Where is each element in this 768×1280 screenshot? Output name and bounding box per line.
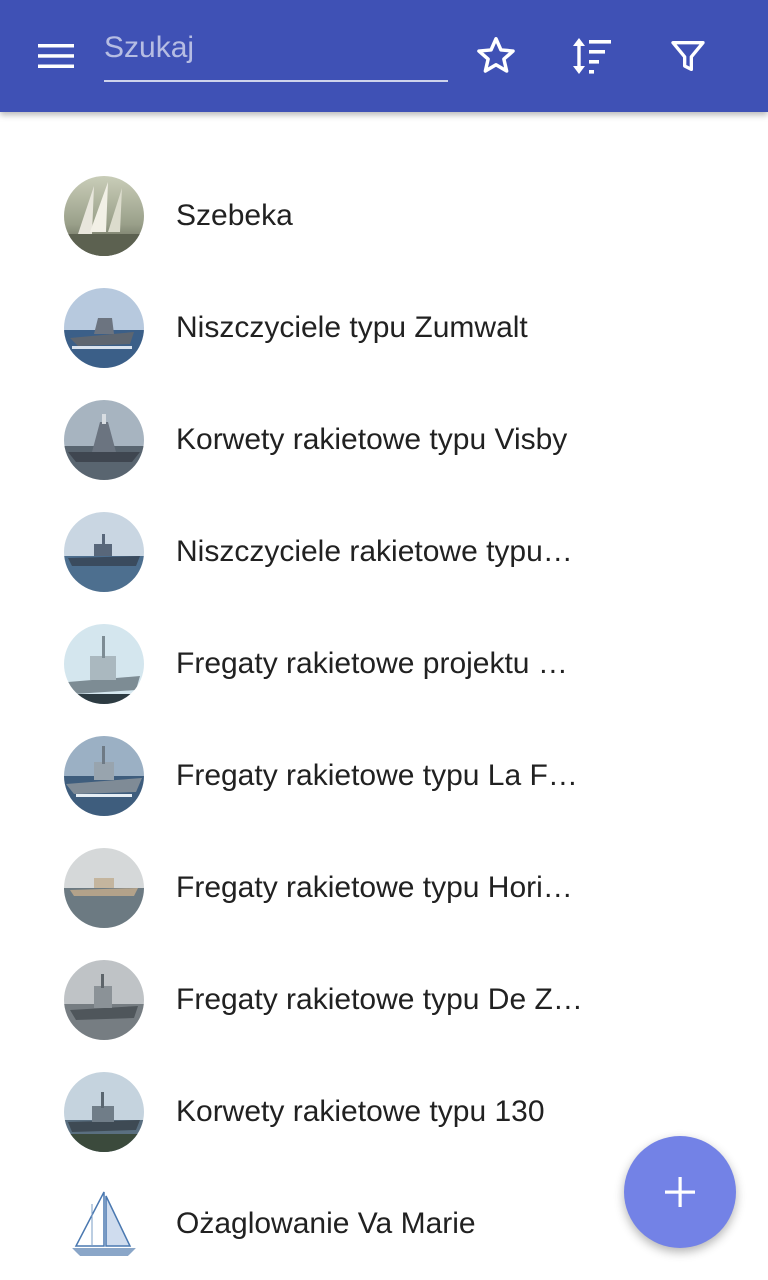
entries-list: Szebeka Niszczyciele typu Zumwalt Korwet…: [0, 160, 768, 1280]
list-item[interactable]: Fregaty rakietowe typu Hori…: [0, 832, 768, 944]
ship-photo-icon: [64, 736, 144, 816]
item-title: Fregaty rakietowe typu De Z…: [176, 983, 583, 1016]
add-button[interactable]: [624, 1136, 736, 1248]
ship-photo-icon: [64, 848, 144, 928]
avatar: [64, 1072, 144, 1152]
ship-photo-icon: [64, 400, 144, 480]
ship-photo-icon: [64, 624, 144, 704]
sort-button[interactable]: [556, 20, 628, 92]
favorites-button[interactable]: [460, 20, 532, 92]
ship-photo-icon: [64, 960, 144, 1040]
painting-thumbnail-icon: [64, 176, 144, 256]
item-title: Szebeka: [176, 199, 293, 232]
item-title: Fregaty rakietowe typu La F…: [176, 759, 578, 792]
sail-drawing-icon: [64, 1184, 144, 1264]
filter-button[interactable]: [652, 20, 724, 92]
star-outline-icon: [477, 37, 515, 73]
item-title: Korwety rakietowe typu 130: [176, 1095, 545, 1128]
list-item[interactable]: Korwety rakietowe typu Visby: [0, 384, 768, 496]
app-bar: [0, 0, 768, 112]
sort-icon: [573, 38, 611, 74]
avatar: [64, 624, 144, 704]
menu-icon: [38, 44, 74, 68]
avatar: [64, 400, 144, 480]
item-title: Fregaty rakietowe typu Hori…: [176, 871, 573, 904]
avatar: [64, 288, 144, 368]
list-item[interactable]: Fregaty rakietowe projektu …: [0, 608, 768, 720]
menu-button[interactable]: [20, 20, 92, 92]
item-title: Ożaglowanie Va Marie: [176, 1207, 476, 1240]
item-title: Niszczyciele typu Zumwalt: [176, 311, 528, 344]
ship-photo-icon: [64, 512, 144, 592]
list-item[interactable]: Niszczyciele rakietowe typu…: [0, 496, 768, 608]
avatar: [64, 736, 144, 816]
avatar: [64, 176, 144, 256]
ship-photo-icon: [64, 288, 144, 368]
item-title: Korwety rakietowe typu Visby: [176, 423, 568, 456]
filter-icon: [671, 41, 705, 72]
ship-photo-icon: [64, 1072, 144, 1152]
search-input[interactable]: [104, 24, 448, 80]
list-item[interactable]: Fregaty rakietowe typu De Z…: [0, 944, 768, 1056]
avatar: [64, 960, 144, 1040]
list-item[interactable]: Szebeka: [0, 160, 768, 272]
list-item[interactable]: Fregaty rakietowe typu La F…: [0, 720, 768, 832]
avatar: [64, 848, 144, 928]
item-title: Fregaty rakietowe projektu …: [176, 647, 568, 680]
search-field: [104, 24, 448, 82]
plus-icon: [665, 1177, 695, 1207]
avatar: [64, 1184, 144, 1264]
item-title: Niszczyciele rakietowe typu…: [176, 535, 573, 568]
list-item[interactable]: Niszczyciele typu Zumwalt: [0, 272, 768, 384]
avatar: [64, 512, 144, 592]
